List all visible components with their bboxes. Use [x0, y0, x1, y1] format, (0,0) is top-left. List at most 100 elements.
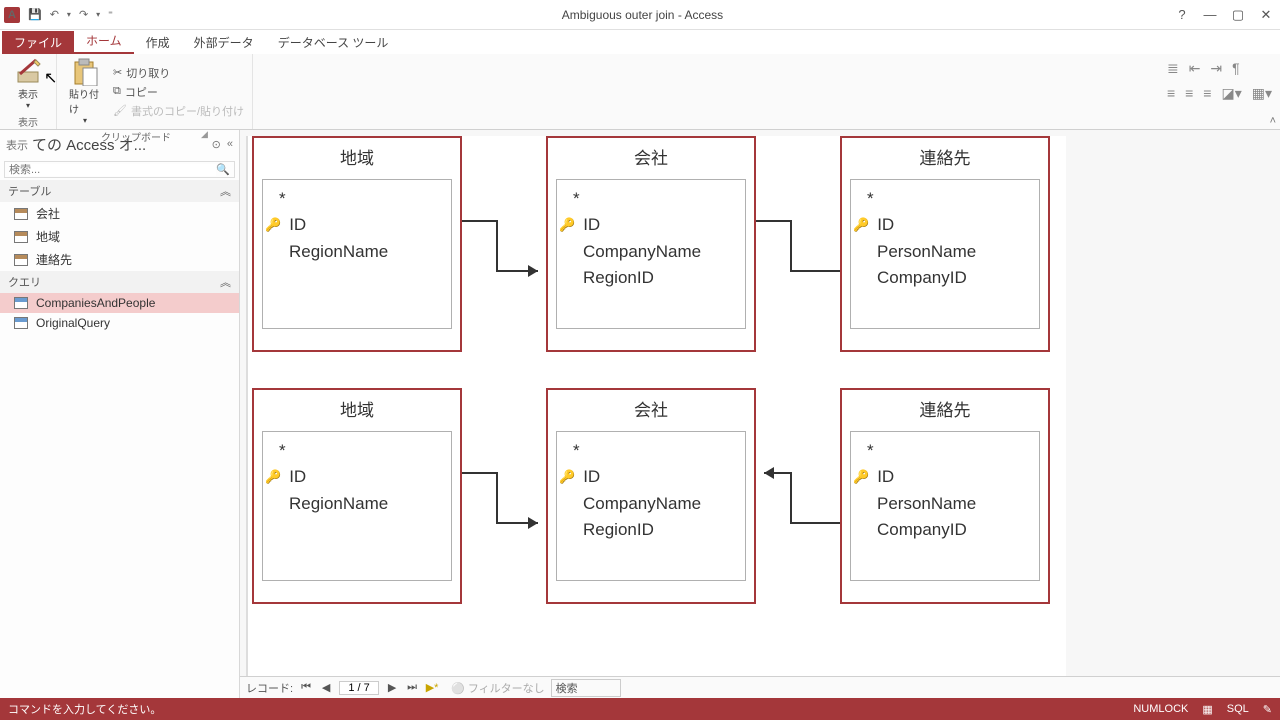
- close-button[interactable]: ✕: [1256, 7, 1276, 23]
- query-icon: [14, 317, 28, 329]
- search-icon[interactable]: 🔍: [216, 163, 230, 176]
- field-personname[interactable]: PersonName: [877, 491, 976, 517]
- collapse-ribbon-icon[interactable]: ˄: [1270, 115, 1276, 127]
- join-line-1[interactable]: [462, 216, 546, 286]
- tab-external-data[interactable]: 外部データ: [182, 31, 266, 54]
- nav-search[interactable]: 🔍: [4, 161, 235, 178]
- nav-search-input[interactable]: [9, 164, 216, 176]
- view-dropdown-icon[interactable]: ▾: [26, 101, 30, 110]
- nav-table-contact[interactable]: 連絡先: [0, 248, 239, 271]
- field-regionname[interactable]: RegionName: [289, 491, 388, 517]
- field-companyname[interactable]: CompanyName: [583, 491, 701, 517]
- join-line-2[interactable]: [756, 216, 840, 286]
- content-area: ✕ 地域 * 🔑ID RegionName 会社 * 🔑ID: [240, 130, 1280, 698]
- gridlines-icon[interactable]: ▦▾: [1252, 85, 1272, 102]
- redo-button[interactable]: ↷: [79, 8, 88, 21]
- workspace: 表示 ての Access オ... ⊙« 🔍 テーブル︽ 会社 地域 連絡先 ク…: [0, 130, 1280, 698]
- new-record-button[interactable]: ▶*: [425, 681, 439, 694]
- last-record-button[interactable]: ⏭: [405, 681, 419, 694]
- nav-item-label: OriginalQuery: [36, 316, 110, 330]
- redo-dropdown-icon[interactable]: ▾: [96, 10, 100, 19]
- nav-item-label: 連絡先: [36, 251, 72, 268]
- field-id[interactable]: ID: [877, 464, 894, 490]
- collapse-section-icon[interactable]: ︽: [220, 183, 231, 199]
- paste-button[interactable]: 貼り付け ▾: [63, 56, 107, 127]
- table-box-region-2[interactable]: 地域 * 🔑ID RegionName: [252, 388, 462, 604]
- clipboard-launcher-icon[interactable]: ◢: [201, 129, 208, 144]
- field-regionname[interactable]: RegionName: [289, 239, 388, 265]
- nav-table-region[interactable]: 地域: [0, 225, 239, 248]
- join-line-3[interactable]: [462, 468, 546, 538]
- diagram-area[interactable]: 地域 * 🔑ID RegionName 会社 * 🔑ID CompanyName…: [240, 130, 1280, 676]
- field-id[interactable]: ID: [877, 212, 894, 238]
- copy-button[interactable]: ⧉コピー: [111, 83, 246, 101]
- design-view-icon: [14, 58, 42, 86]
- field-companyid[interactable]: CompanyID: [877, 517, 967, 543]
- field-personname[interactable]: PersonName: [877, 239, 976, 265]
- view-group-label: 表示: [6, 112, 50, 129]
- asterisk-field[interactable]: *: [271, 438, 443, 464]
- nav-section-tables[interactable]: テーブル︽: [0, 180, 239, 202]
- save-icon[interactable]: 💾: [28, 8, 42, 21]
- minimize-button[interactable]: —: [1200, 7, 1220, 22]
- ribbon-group-clipboard: 貼り付け ▾ ✂切り取り ⧉コピー 🖌書式のコピー/貼り付け クリップボード◢: [57, 54, 253, 129]
- paste-label: 貼り付け: [69, 86, 101, 116]
- field-regionid[interactable]: RegionID: [583, 265, 654, 291]
- first-record-button[interactable]: ⏮: [299, 681, 313, 694]
- field-id[interactable]: ID: [289, 464, 306, 490]
- field-id[interactable]: ID: [583, 212, 600, 238]
- ribbon: 表示 ▾ ↖ 表示 貼り付け ▾ ✂切り取り ⧉コピー 🖌書式のコピー/貼り付け…: [0, 54, 1280, 130]
- tab-home[interactable]: ホーム: [74, 29, 134, 54]
- asterisk-field[interactable]: *: [565, 438, 737, 464]
- table-box-contact-2[interactable]: 連絡先 * 🔑ID PersonName CompanyID: [840, 388, 1050, 604]
- nav-table-company[interactable]: 会社: [0, 202, 239, 225]
- tab-file[interactable]: ファイル: [2, 31, 74, 54]
- help-button[interactable]: ?: [1172, 7, 1192, 22]
- field-id[interactable]: ID: [289, 212, 306, 238]
- field-regionid[interactable]: RegionID: [583, 517, 654, 543]
- maximize-button[interactable]: ▢: [1228, 7, 1248, 23]
- collapse-section-icon[interactable]: ︽: [220, 274, 231, 290]
- align-left-icon[interactable]: ≡: [1167, 85, 1175, 102]
- format-painter-button[interactable]: 🖌書式のコピー/貼り付け: [111, 102, 246, 120]
- align-right-icon[interactable]: ≡: [1203, 85, 1211, 102]
- field-companyid[interactable]: CompanyID: [877, 265, 967, 291]
- copy-icon: ⧉: [113, 85, 121, 98]
- datasheet-view-icon[interactable]: ▦: [1202, 703, 1212, 716]
- asterisk-field[interactable]: *: [271, 186, 443, 212]
- sql-view-button[interactable]: SQL: [1227, 703, 1249, 715]
- field-id[interactable]: ID: [583, 464, 600, 490]
- next-record-button[interactable]: ▶: [385, 681, 399, 694]
- record-position-input[interactable]: [339, 681, 379, 695]
- table-box-company-1[interactable]: 会社 * 🔑ID CompanyName RegionID: [546, 136, 756, 352]
- prev-record-button[interactable]: ◀: [319, 681, 333, 694]
- field-companyname[interactable]: CompanyName: [583, 239, 701, 265]
- text-direction-icon[interactable]: ¶: [1232, 60, 1240, 77]
- cut-button[interactable]: ✂切り取り: [111, 64, 246, 82]
- asterisk-field[interactable]: *: [565, 186, 737, 212]
- undo-dropdown-icon[interactable]: ▾: [67, 10, 71, 19]
- align-center-icon[interactable]: ≡: [1185, 85, 1193, 102]
- undo-button[interactable]: ↶: [50, 8, 59, 21]
- asterisk-field[interactable]: *: [859, 186, 1031, 212]
- nav-query-companies-and-people[interactable]: CompaniesAndPeople: [0, 293, 239, 313]
- table-box-company-2[interactable]: 会社 * 🔑ID CompanyName RegionID: [546, 388, 756, 604]
- design-view-icon[interactable]: ✎: [1263, 703, 1272, 716]
- view-button[interactable]: 表示 ▾ ↖: [6, 56, 50, 112]
- asterisk-field[interactable]: *: [859, 438, 1031, 464]
- tab-database-tools[interactable]: データベース ツール: [266, 31, 401, 54]
- fill-color-icon[interactable]: ◪▾: [1221, 85, 1241, 102]
- table-box-region-1[interactable]: 地域 * 🔑ID RegionName: [252, 136, 462, 352]
- nav-query-original[interactable]: OriginalQuery: [0, 313, 239, 333]
- key-icon: 🔑: [265, 467, 281, 487]
- tab-create[interactable]: 作成: [134, 31, 182, 54]
- nav-section-queries[interactable]: クエリ︽: [0, 271, 239, 293]
- join-line-4[interactable]: [756, 468, 840, 538]
- decrease-indent-icon[interactable]: ⇤: [1189, 60, 1201, 77]
- record-search-box[interactable]: 検索: [551, 679, 621, 697]
- table-icon: [14, 254, 28, 266]
- bullets-icon[interactable]: ≣: [1167, 60, 1179, 77]
- paste-dropdown-icon[interactable]: ▾: [83, 116, 87, 125]
- increase-indent-icon[interactable]: ⇥: [1210, 60, 1222, 77]
- table-box-contact-1[interactable]: 連絡先 * 🔑ID PersonName CompanyID: [840, 136, 1050, 352]
